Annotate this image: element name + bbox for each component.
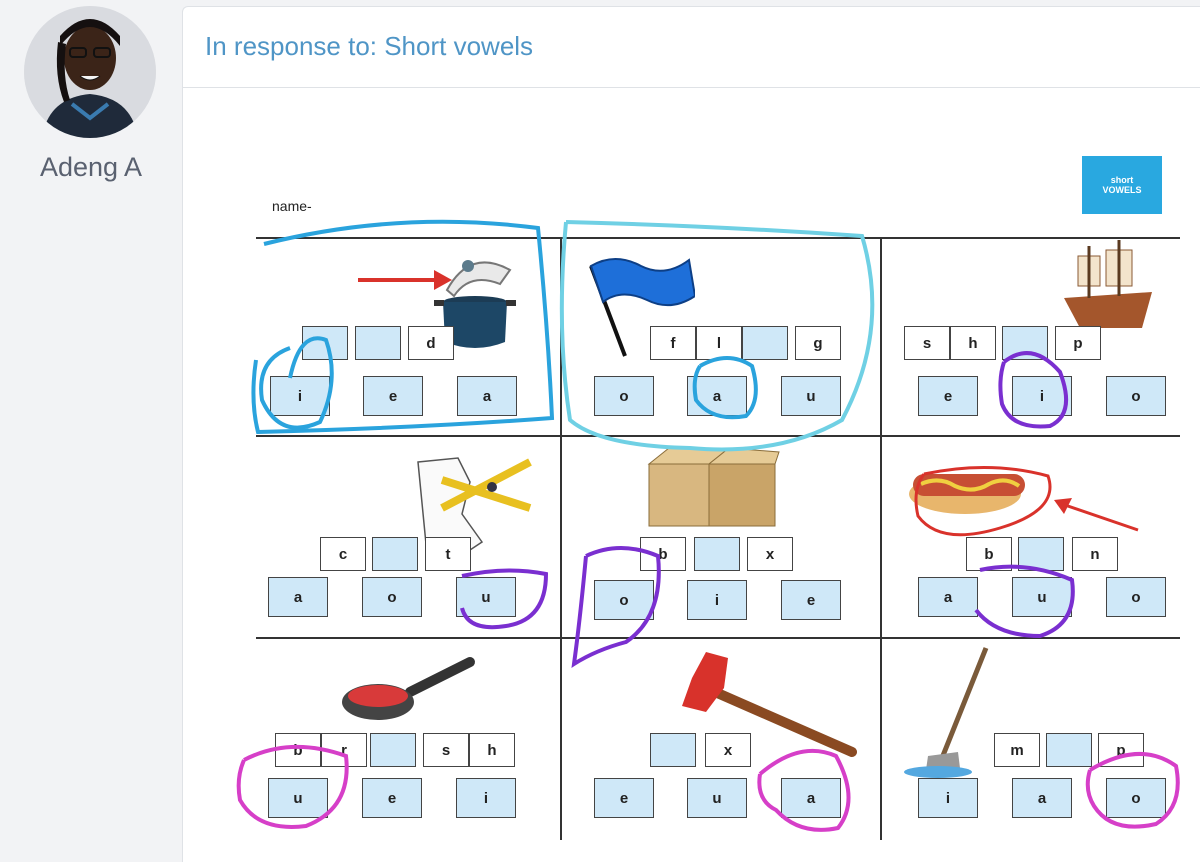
purple-circle-u-c4 — [460, 568, 549, 630]
red-ellipse-hotdog — [914, 466, 1052, 537]
pink-circle-o-c9 — [1085, 752, 1180, 829]
purple-circle-u-c6 — [974, 564, 1075, 639]
annotation-overlay — [236, 219, 1180, 832]
pink-circle-u-c7 — [236, 744, 349, 829]
worksheet-image: name- short VOWELS d i e a f l g o a u s… — [0, 0, 1200, 861]
blue-circle-a — [692, 356, 758, 420]
blue-circle-i — [259, 336, 334, 430]
red-arrow-hotdog — [1061, 502, 1139, 532]
pink-circle-a-c8 — [757, 748, 851, 832]
blue-loop-cell1 — [251, 219, 555, 435]
purple-circle-o-c5 — [571, 546, 661, 669]
purple-circle-i — [998, 351, 1068, 429]
